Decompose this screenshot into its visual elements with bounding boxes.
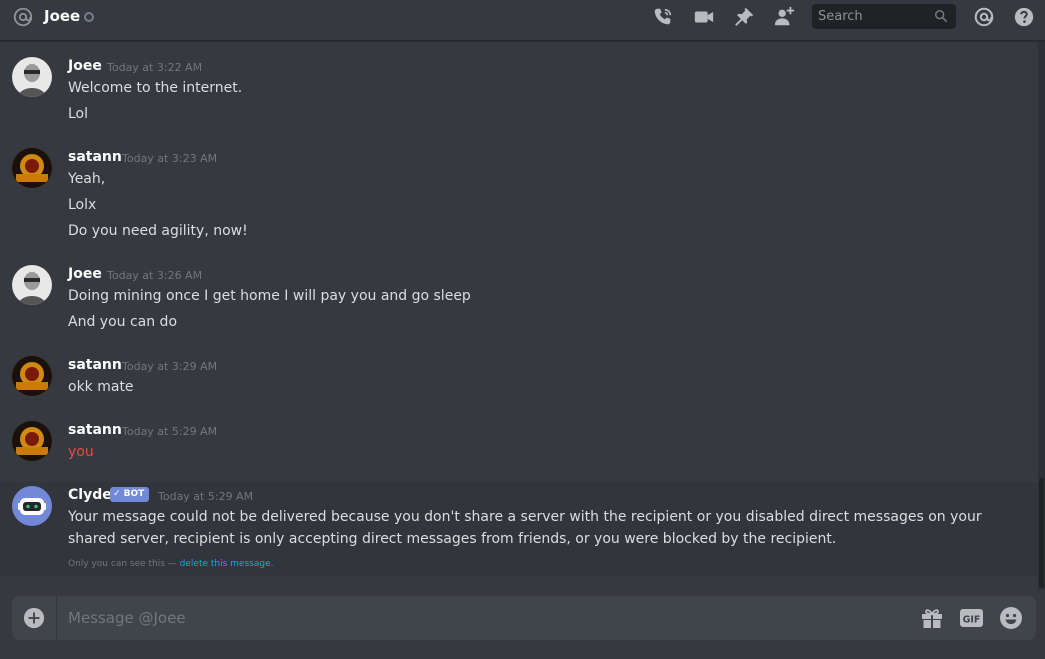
avatar-satann[interactable] xyxy=(12,356,52,396)
message-timestamp: Today at 3:22 AM xyxy=(107,61,203,74)
add-friend-icon[interactable] xyxy=(773,6,795,28)
message-text: Do you need agility, now! xyxy=(68,223,248,239)
clyde-message-text: Your message could not be delivered beca… xyxy=(68,509,982,547)
pin-icon[interactable] xyxy=(733,6,755,28)
message-text: Lol xyxy=(68,106,89,122)
search-icon xyxy=(934,9,948,23)
message-text: Welcome to the internet. xyxy=(68,80,243,96)
video-icon[interactable] xyxy=(693,6,715,28)
message-timestamp: Today at 3:29 AM xyxy=(122,360,218,373)
message-author[interactable]: Joee xyxy=(68,266,102,282)
add-attachment-icon[interactable] xyxy=(23,607,45,629)
message-timestamp: Today at 3:26 AM xyxy=(107,269,203,282)
message-text: Doing mining once I get home I will pay … xyxy=(68,288,471,304)
status-offline-icon xyxy=(84,12,94,22)
failed-message-text: you xyxy=(68,444,94,460)
avatar-joee[interactable] xyxy=(12,265,52,305)
channel-name: Joee xyxy=(44,7,81,25)
avatar-satann[interactable] xyxy=(12,421,52,461)
search-bar[interactable] xyxy=(812,4,956,29)
message-author[interactable]: satann xyxy=(68,422,122,438)
scrollbar-thumb[interactable] xyxy=(1039,478,1044,588)
search-input[interactable] xyxy=(812,4,930,29)
message-timestamp: Today at 5:29 AM xyxy=(158,490,254,503)
composer-divider xyxy=(56,596,57,640)
message-composer: GIF xyxy=(12,596,1036,640)
bot-badge: ✓ BOT xyxy=(110,487,149,502)
message-text: okk mate xyxy=(68,379,134,395)
message-author[interactable]: satann xyxy=(68,149,122,165)
help-icon[interactable] xyxy=(1013,6,1035,28)
at-icon xyxy=(13,7,33,27)
gif-label: GIF xyxy=(963,615,981,626)
ephemeral-note-text: Only you can see this — xyxy=(68,559,180,569)
message-text: Lolx xyxy=(68,197,97,213)
message-list: Joee Today at 3:22 AM Welcome to the int… xyxy=(0,42,1038,592)
message-author[interactable]: Clyde xyxy=(68,487,112,503)
avatar-clyde[interactable] xyxy=(12,486,52,526)
message-input[interactable] xyxy=(68,606,908,630)
avatar-joee[interactable] xyxy=(12,57,52,97)
emoji-icon[interactable] xyxy=(999,606,1023,630)
ephemeral-note: Only you can see this — delete this mess… xyxy=(68,559,273,569)
message-text: And you can do xyxy=(68,314,178,330)
message-text: Yeah, xyxy=(68,171,106,187)
gift-icon[interactable] xyxy=(920,606,944,630)
message-timestamp: Today at 5:29 AM xyxy=(122,425,218,438)
message-author[interactable]: Joee xyxy=(68,58,102,74)
delete-message-link[interactable]: delete this message. xyxy=(180,559,274,569)
avatar-satann[interactable] xyxy=(12,148,52,188)
message-timestamp: Today at 3:23 AM xyxy=(122,152,218,165)
message-author[interactable]: satann xyxy=(68,357,122,373)
mention-icon[interactable] xyxy=(973,6,995,28)
phone-call-icon[interactable] xyxy=(652,6,674,28)
channel-header: Joee xyxy=(0,0,1045,41)
gif-icon[interactable]: GIF xyxy=(959,606,984,630)
